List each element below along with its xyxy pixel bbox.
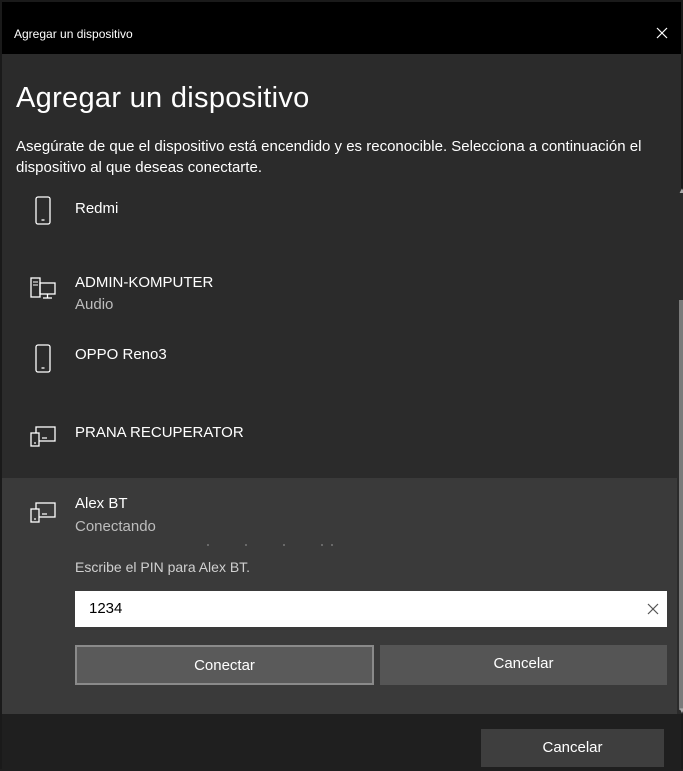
device-item-admin-komputer[interactable]: ADMIN-KOMPUTER Audio: [2, 262, 677, 332]
page-title: Agregar un dispositivo: [16, 82, 310, 114]
device-name: ADMIN-KOMPUTER: [75, 274, 214, 291]
title-bar: Agregar un dispositivo: [2, 2, 681, 54]
clear-icon[interactable]: [646, 602, 660, 616]
device-item-prana-recuperator[interactable]: PRANA RECUPERATOR: [2, 410, 677, 474]
close-icon[interactable]: [651, 22, 673, 44]
device-item-redmi[interactable]: Redmi: [2, 190, 677, 250]
instructions-text: Asegúrate de que el dispositivo está enc…: [16, 138, 642, 176]
pin-value: 1234: [89, 600, 123, 617]
device-icon: [30, 426, 56, 447]
cancel-button[interactable]: Cancelar: [481, 729, 664, 767]
pin-prompt: Escribe el PIN para Alex BT.: [75, 559, 251, 575]
phone-icon: [35, 344, 51, 373]
device-name: Alex BT: [75, 495, 128, 512]
scrollbar-thumb[interactable]: [679, 300, 683, 710]
device-name: OPPO Reno3: [75, 346, 167, 363]
connection-status: Conectando: [75, 518, 156, 535]
connect-button[interactable]: Conectar: [75, 645, 374, 685]
add-device-dialog: Agregar un dispositivo Agregar un dispos…: [0, 0, 683, 771]
device-item-oppo-reno3[interactable]: OPPO Reno3: [2, 336, 677, 400]
pin-input[interactable]: 1234: [75, 591, 667, 627]
scrollbar[interactable]: [678, 190, 683, 714]
progress-dots: [207, 544, 367, 548]
computer-icon: [30, 277, 56, 299]
scroll-up-icon[interactable]: ▲: [678, 186, 683, 195]
pairing-cancel-button[interactable]: Cancelar: [380, 645, 667, 685]
device-list: Redmi ADMIN-KOMPUTER Audio OPPO Reno3 PR…: [2, 190, 677, 714]
device-type: Audio: [75, 296, 114, 313]
window-title: Agregar un dispositivo: [14, 27, 133, 41]
device-icon: [30, 502, 56, 523]
device-name: Redmi: [75, 200, 119, 217]
phone-icon: [35, 196, 51, 225]
device-name: PRANA RECUPERATOR: [75, 424, 244, 441]
dialog-footer: Cancelar: [2, 714, 681, 771]
